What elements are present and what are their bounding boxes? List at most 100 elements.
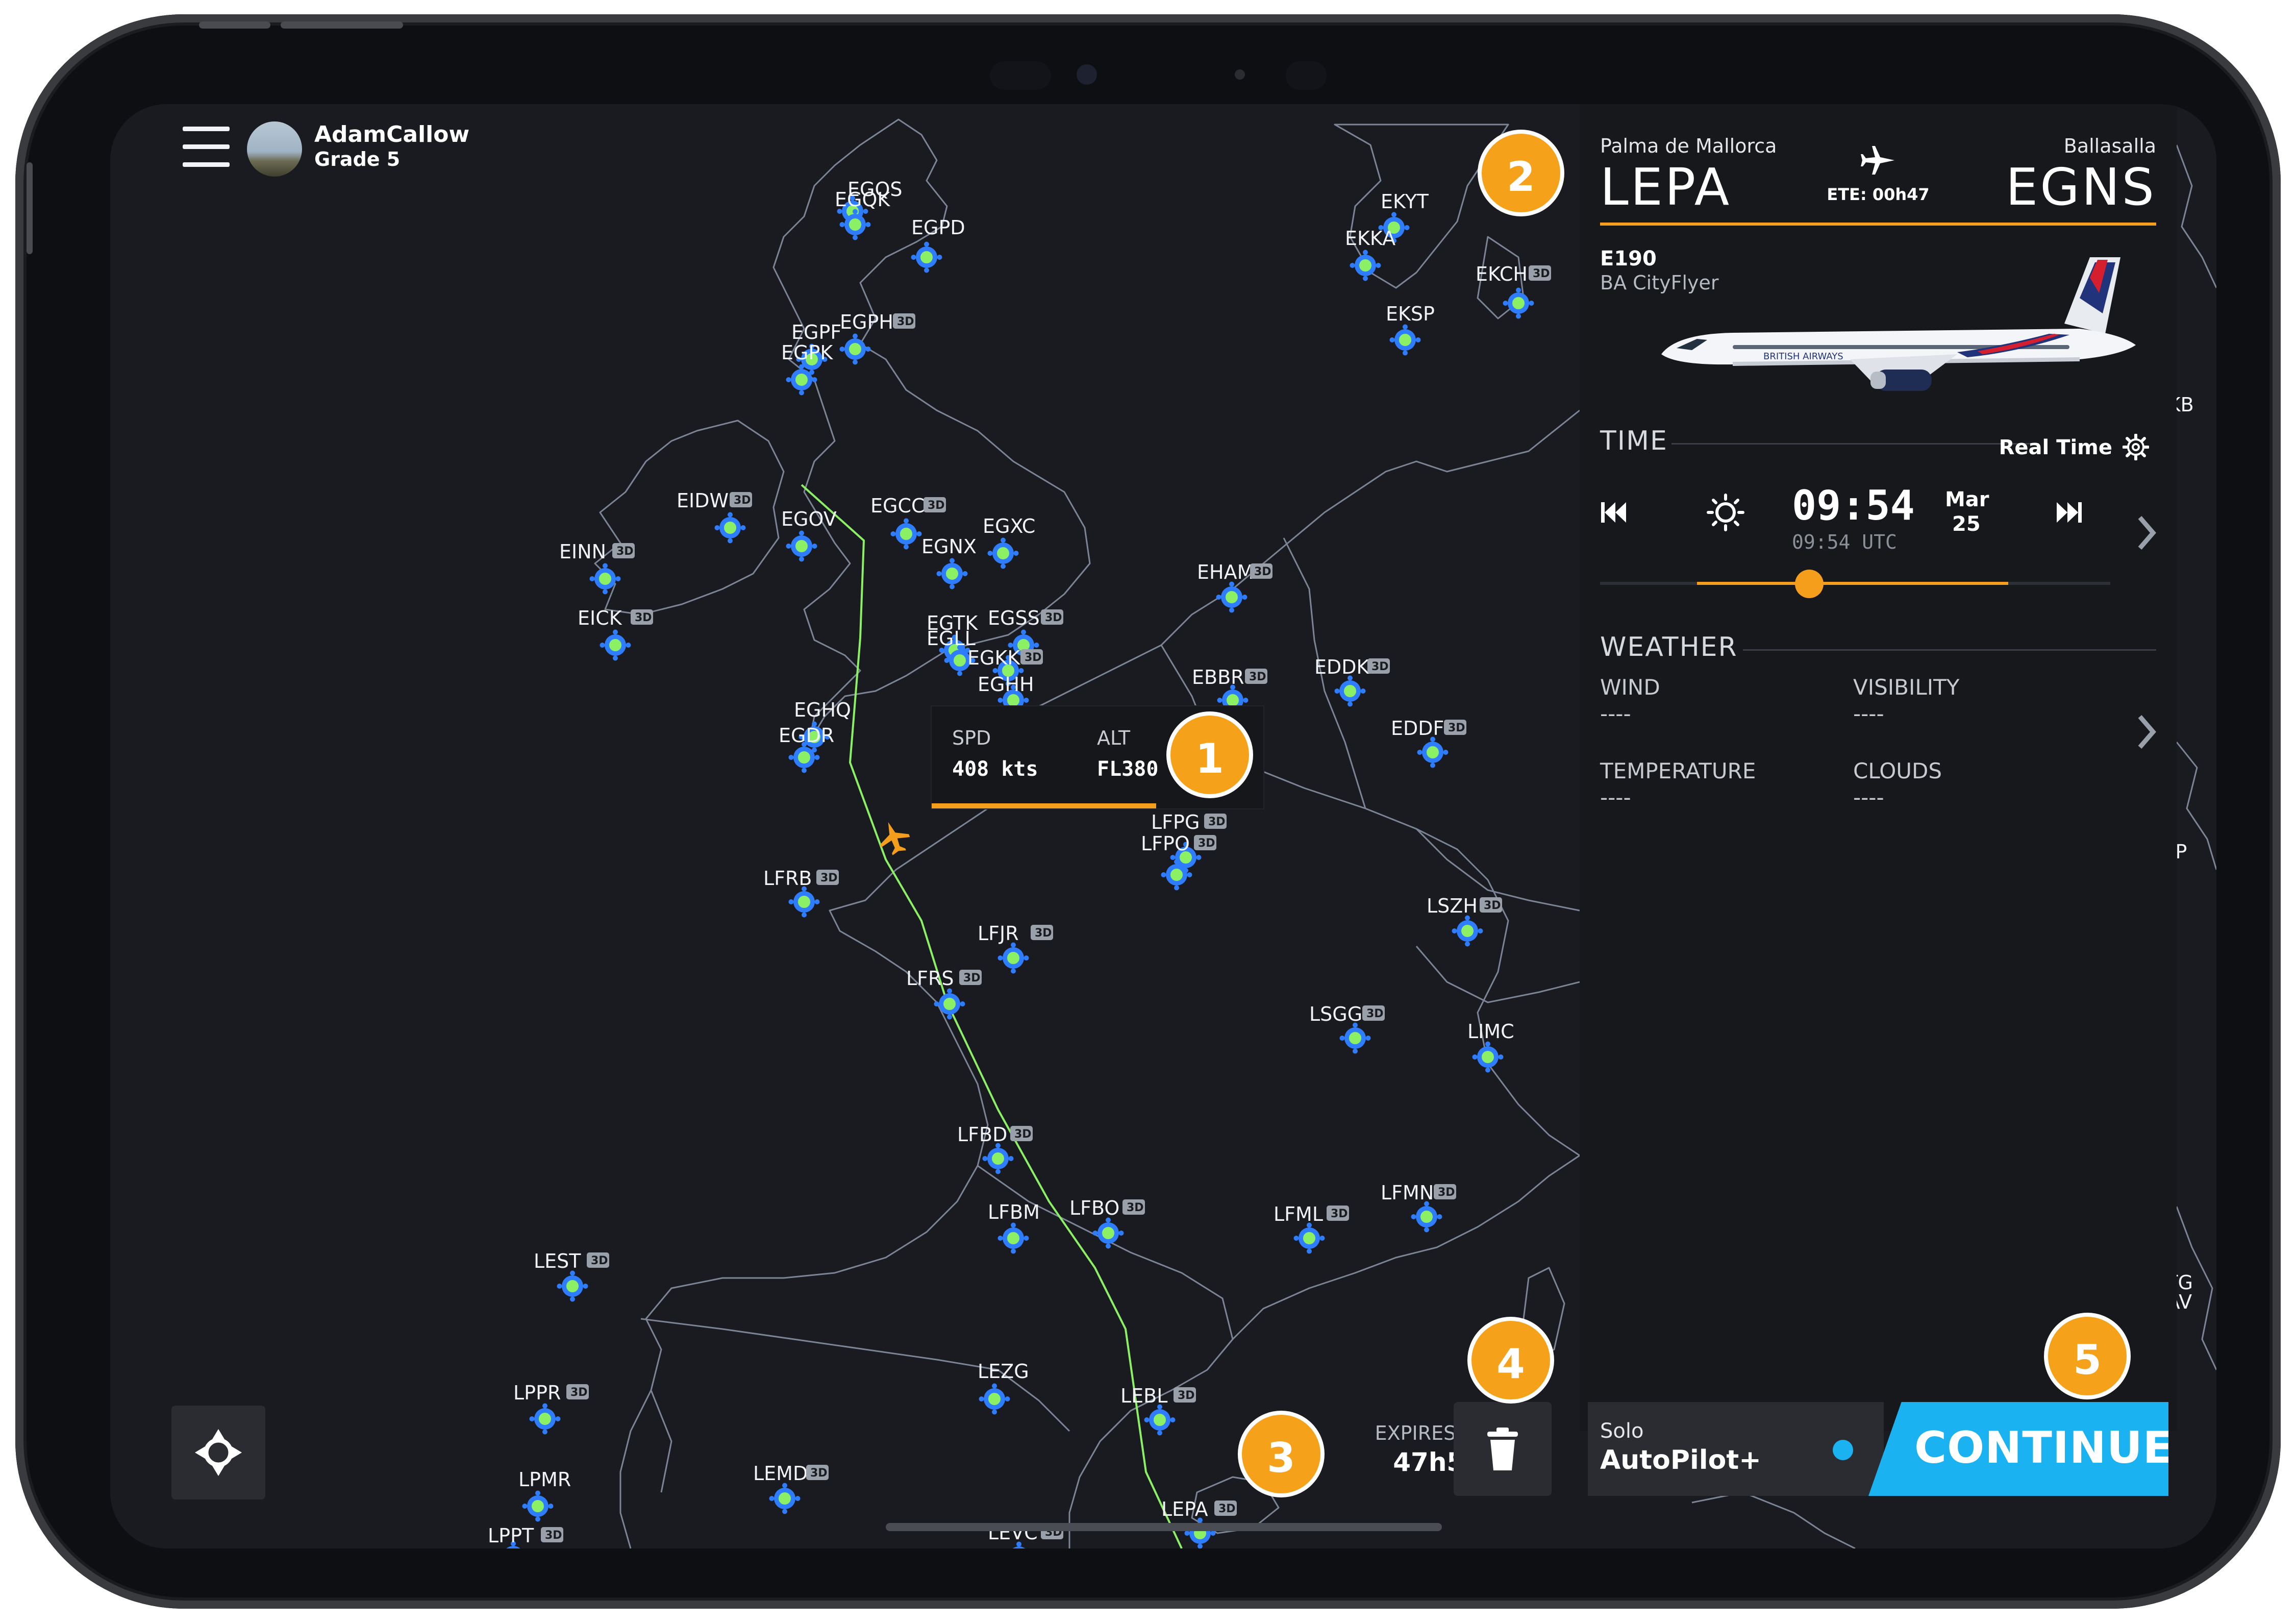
airport-code-label: EKKA: [1345, 227, 1395, 250]
callout-5: 5: [2044, 1313, 2131, 1399]
livery-text: BRITISH AIRWAYS: [1763, 351, 1843, 362]
airport-marker-lfrb[interactable]: LFRB 3D: [763, 867, 839, 918]
3d-badge: 3D: [566, 1384, 589, 1399]
airport-marker-ekch[interactable]: EKCH 3D: [1476, 263, 1551, 319]
airport-marker-limc[interactable]: LIMC: [1467, 1020, 1514, 1073]
3d-badge: 3D: [541, 1527, 563, 1542]
destination-name: Ballasalla: [2063, 135, 2156, 157]
airport-marker-einn[interactable]: EINN 3D: [559, 540, 635, 595]
airport-marker-egph[interactable]: EGPH 3D: [839, 311, 916, 365]
svg-text:3D: 3D: [616, 545, 634, 558]
delete-flight-button[interactable]: [1454, 1402, 1552, 1496]
camera: [959, 46, 1367, 102]
airport-code-label: EBBR: [1192, 666, 1244, 688]
airport-marker-eksp[interactable]: EKSP: [1386, 303, 1435, 356]
svg-text:3D: 3D: [1438, 1186, 1455, 1199]
avatar[interactable]: [247, 121, 302, 177]
flight-progress-bar: [932, 803, 1156, 808]
chevron-right-icon[interactable]: [2131, 512, 2161, 553]
airport-marker-egnx[interactable]: EGNX: [921, 535, 977, 589]
airport-code-label: EGPF: [791, 321, 841, 343]
svg-text:3D: 3D: [1331, 1208, 1348, 1220]
airport-code-label: LFJR: [978, 922, 1019, 945]
altitude-label: ALT: [1097, 727, 1131, 749]
svg-text:3D: 3D: [1254, 565, 1271, 578]
skip-back-icon[interactable]: [1598, 497, 1629, 528]
3d-badge: 3D: [1204, 814, 1227, 829]
start-flight-bar: Solo AutoPilot+ CONTINUE: [1588, 1402, 2168, 1496]
airport-marker-eick[interactable]: EICK 3D: [578, 607, 653, 661]
airport-marker-lfbd[interactable]: LFBD 3D: [957, 1123, 1033, 1174]
airport-marker-lfjr[interactable]: LFJR 3D: [978, 922, 1053, 974]
origin-code: LEPA: [1600, 157, 1732, 217]
weather-section-title: WEATHER: [1600, 632, 1738, 662]
airport-code-label: EGSS: [988, 607, 1040, 629]
chevron-right-icon[interactable]: [2131, 711, 2161, 752]
airport-marker-ekka[interactable]: EKKA: [1345, 227, 1395, 281]
user-grade: Grade 5: [314, 148, 401, 170]
airport-marker-lemd[interactable]: LEMD 3D: [753, 1462, 829, 1514]
svg-text:3D: 3D: [1025, 651, 1042, 664]
flight-mode-selector[interactable]: Solo AutoPilot+: [1588, 1402, 1884, 1496]
trash-icon: [1487, 1428, 1518, 1470]
wind-label: WIND: [1600, 675, 1660, 700]
airport-marker-lfml[interactable]: LFML 3D: [1274, 1203, 1349, 1254]
airport-marker-lszh[interactable]: LSZH 3D: [1427, 895, 1502, 947]
3d-badge: 3D: [1245, 669, 1267, 684]
utc-time: 09:54 UTC: [1792, 531, 1897, 553]
airport-code-label: LPMR: [518, 1468, 571, 1491]
airport-code-label: EICK: [578, 607, 622, 629]
hardware-button: [199, 21, 270, 29]
airport-marker-lppt[interactable]: LPPT 3D: [488, 1524, 563, 1548]
3d-badge: 3D: [1010, 1126, 1033, 1141]
airport-marker-egxc[interactable]: EGXC: [983, 515, 1035, 569]
airport-marker-egdr[interactable]: EGDR: [779, 724, 834, 773]
svg-text:3D: 3D: [1014, 1128, 1032, 1141]
visibility-value: ----: [1853, 701, 1884, 726]
airport-code-label: LFBM: [988, 1201, 1040, 1223]
date-day: 25: [1952, 512, 1981, 536]
airport-marker-lpmr[interactable]: LPMR: [518, 1468, 571, 1522]
sun-icon[interactable]: [1705, 492, 1746, 533]
continue-button[interactable]: CONTINUE: [1868, 1402, 2168, 1496]
time-slider-handle[interactable]: [1795, 570, 1824, 598]
3d-badge: 3D: [1041, 609, 1063, 625]
3d-badge: 3D: [631, 609, 653, 625]
aircraft-position-icon[interactable]: [874, 817, 914, 858]
svg-text:3D: 3D: [1484, 899, 1501, 912]
airport-code-label: LFPG: [1151, 811, 1200, 833]
airport-marker-lfbo[interactable]: LFBO 3D: [1069, 1197, 1145, 1249]
airport-marker-lest[interactable]: LEST 3D: [534, 1250, 609, 1302]
airport-code-label: LFBO: [1069, 1197, 1119, 1219]
svg-text:3D: 3D: [570, 1386, 588, 1399]
airport-marker-lfbm[interactable]: LFBM: [988, 1201, 1040, 1254]
recenter-button[interactable]: [171, 1406, 265, 1499]
time-mode[interactable]: Real Time: [1999, 436, 2112, 459]
time-section-title: TIME: [1600, 426, 1668, 456]
3d-badge: 3D: [1122, 1199, 1145, 1215]
airport-marker-eidw[interactable]: EIDW 3D: [677, 489, 752, 544]
airport-code-label: LFML: [1274, 1203, 1323, 1225]
airport-marker-egov[interactable]: EGOV: [781, 508, 837, 562]
airport-code-label: EDDF: [1391, 717, 1444, 740]
airport-code-label: LEPA: [1161, 1498, 1208, 1520]
airport-code-label: LFRB: [763, 867, 812, 890]
airport-code-label: EGHQ: [794, 699, 851, 721]
airport-marker-eddk[interactable]: EDDK 3D: [1314, 656, 1390, 707]
altitude-value: FL380: [1097, 757, 1159, 781]
skip-forward-icon[interactable]: [2054, 497, 2085, 528]
airport-code-label: EGKK: [967, 647, 1020, 669]
airport-marker-lfpo[interactable]: LFPO 3D: [1141, 832, 1216, 891]
gear-icon[interactable]: [2123, 434, 2149, 460]
continue-label: CONTINUE: [1914, 1422, 2174, 1473]
hamburger-menu-icon[interactable]: [183, 127, 230, 167]
airport-marker-egpd[interactable]: EGPD: [911, 216, 965, 273]
airport-marker-eddf[interactable]: EDDF 3D: [1391, 717, 1466, 768]
airport-marker-lppr[interactable]: LPPR 3D: [513, 1382, 589, 1435]
date-month: Mar: [1945, 488, 1989, 511]
airport-code-label: LPPR: [513, 1382, 561, 1404]
airport-marker-lfmn[interactable]: LFMN 3D: [1381, 1182, 1456, 1233]
divider: [1743, 649, 2156, 651]
3d-badge: 3D: [1250, 563, 1272, 579]
airport-marker-lsgg[interactable]: LSGG 3D: [1309, 1003, 1385, 1054]
